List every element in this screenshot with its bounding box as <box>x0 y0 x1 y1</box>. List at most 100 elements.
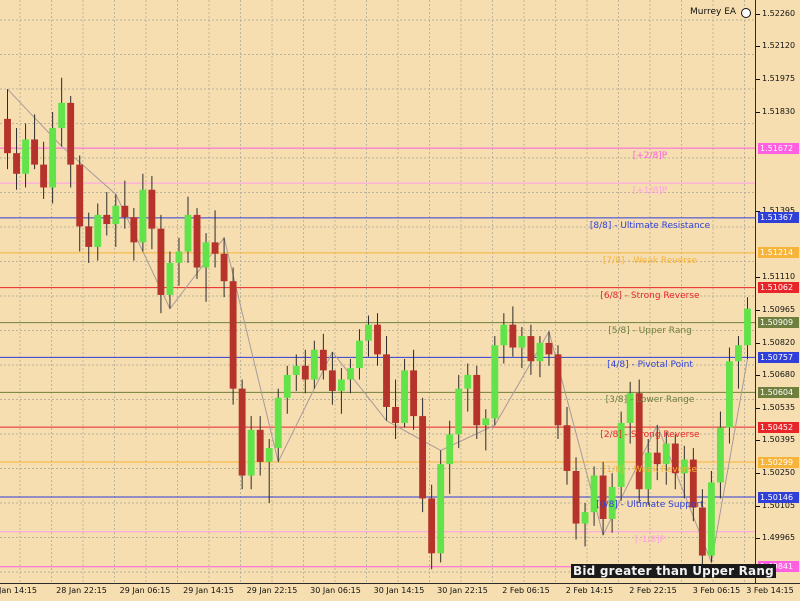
candlestick <box>301 349 309 394</box>
candle-body-bull <box>292 365 300 375</box>
candlestick <box>103 192 111 236</box>
candlestick <box>726 347 733 444</box>
price-level-badge: 1.51214 <box>758 247 799 259</box>
candle-body-bear <box>328 370 336 391</box>
candlestick <box>229 267 237 405</box>
time-tick-label: 3 Feb 14:15 <box>746 586 794 595</box>
candlestick <box>410 349 418 430</box>
candle-body-bear <box>509 324 517 348</box>
candlestick <box>482 409 490 451</box>
price-tick-label: 1.49965 <box>755 533 796 543</box>
candle-body-bear <box>4 118 11 154</box>
candle-body-bull <box>662 443 670 465</box>
time-tick-label: 3 Feb 06:15 <box>692 586 741 595</box>
candlestick <box>346 358 354 394</box>
candle-body-bear <box>229 281 237 389</box>
candlestick <box>464 363 472 412</box>
chart-window[interactable]: [+2/8]P [+1/8]P [8/8] - Ultimate Resistanc… <box>0 0 800 601</box>
candlestick <box>265 438 273 503</box>
candle-body-bull <box>356 340 363 369</box>
candlestick <box>500 313 508 364</box>
candle-body-bull <box>536 342 544 362</box>
candle-body-bull <box>500 324 508 346</box>
murrey-level-label: [+1/8]P <box>632 186 668 197</box>
candle-body-bull <box>139 189 147 243</box>
expert-advisor-name[interactable]: Murrey EA <box>690 7 736 17</box>
candle-body-bear <box>13 153 20 174</box>
candle-body-bear <box>67 102 75 165</box>
candlestick <box>716 411 724 499</box>
price-tick-label: 1.50680 <box>755 369 796 379</box>
candlestick <box>166 251 174 309</box>
candlestick <box>446 420 454 494</box>
candlestick <box>374 313 381 366</box>
candle-body-bear <box>698 507 706 556</box>
candlestick <box>356 329 363 380</box>
price-tick-label: 1.51830 <box>755 107 796 117</box>
candlestick <box>49 112 57 204</box>
candlestick <box>112 194 120 247</box>
candlestick <box>292 354 300 391</box>
candlestick <box>76 155 84 252</box>
candle-body-bull <box>202 242 210 268</box>
candlestick <box>365 315 372 357</box>
price-level-badge: 1.51367 <box>758 212 799 224</box>
candle-body-bull <box>112 205 120 225</box>
candle-body-bear <box>301 365 309 380</box>
candle-body-bear <box>319 349 327 371</box>
candlestick <box>22 123 29 188</box>
expert-advisor-smiley-icon[interactable] <box>741 8 751 18</box>
candlestick <box>94 203 102 261</box>
candle-body-bear <box>428 498 436 554</box>
murrey-level-label: [3/8] - Lower Range <box>605 395 695 406</box>
murrey-level-label: [7/8] - Weak Reverse <box>602 255 698 266</box>
time-tick-label: 2 Feb 14:15 <box>565 586 614 595</box>
candlestick <box>310 340 318 389</box>
candle-body-bull <box>464 374 472 389</box>
candle-body-bull <box>437 464 445 554</box>
candle-body-bull <box>22 139 29 174</box>
candlestick <box>175 237 183 286</box>
candlestick <box>563 406 571 485</box>
time-tick-label: 30 Jan 14:15 <box>373 586 425 595</box>
price-tick-label: 1.50535 <box>755 403 796 413</box>
candle-body-bear <box>527 336 535 362</box>
candle-body-bull <box>49 128 57 188</box>
price-axis[interactable]: 1.52260 1.52120 1.51975 1.51830 1.51395 1.511… <box>755 0 800 600</box>
murrey-level-label: [1/8] - Weak Reverse <box>602 465 698 476</box>
candle-body-bear <box>653 452 661 465</box>
price-tick-label: 1.51975 <box>755 73 796 83</box>
candle-body-bull <box>744 308 751 346</box>
candle-body-bear <box>148 189 156 229</box>
candlestick <box>238 379 246 490</box>
time-tick-label: Jan 14:15 <box>0 586 37 595</box>
price-level-badge: 1.50146 <box>758 491 799 503</box>
candle-body-bull <box>166 262 174 295</box>
candle-body-bull <box>735 345 742 362</box>
price-tick-label: 1.52120 <box>755 40 796 50</box>
candle-body-bear <box>383 354 390 407</box>
candle-body-bull <box>716 427 724 483</box>
candlestick <box>581 502 589 547</box>
candle-body-bear <box>85 226 93 247</box>
candlestick <box>383 336 390 421</box>
candle-body-bull <box>247 429 255 476</box>
time-axis[interactable]: Jan 14:15 28 Jan 22:15 29 Jan 06:15 29 Jan … <box>0 583 800 601</box>
candlestick <box>85 212 93 263</box>
candle-body-bull <box>94 214 102 247</box>
candle-body-bull <box>491 345 499 419</box>
candlestick <box>4 89 11 170</box>
candlestick <box>193 208 201 279</box>
candle-body-bear <box>130 217 138 243</box>
candle-body-bear <box>193 214 201 268</box>
candlestick <box>139 173 147 252</box>
candle-body-bear <box>410 370 418 417</box>
candlestick <box>617 411 625 501</box>
candle-body-bull <box>726 361 733 428</box>
candlestick <box>202 233 210 302</box>
price-level-badge: 1.50909 <box>758 317 799 329</box>
candlestick <box>67 96 75 188</box>
candlestick <box>401 358 409 428</box>
time-tick-label: 30 Jan 06:15 <box>310 586 361 595</box>
candle-body-bull <box>482 418 490 426</box>
